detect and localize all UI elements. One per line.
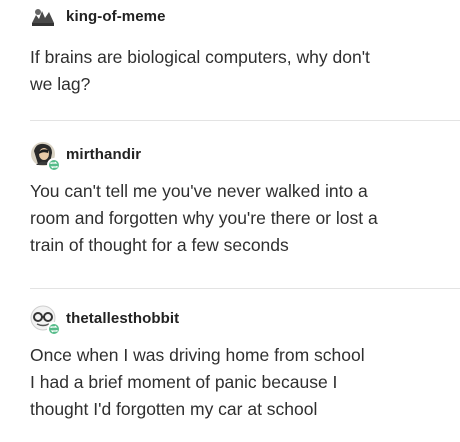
divider bbox=[30, 288, 460, 289]
post-text-line: train of thought for a few seconds bbox=[30, 235, 289, 255]
person-avatar-icon[interactable] bbox=[30, 141, 61, 172]
meme-avatar-icon[interactable] bbox=[30, 3, 56, 29]
post-text-line: I had a brief moment of panic because I bbox=[30, 372, 338, 392]
post-text-line: room and forgotten why you're there or l… bbox=[30, 208, 378, 228]
post-text-line: If brains are biological computers, why … bbox=[30, 47, 370, 67]
post-header: mirthandir bbox=[30, 140, 141, 172]
post-text-line: we lag? bbox=[30, 74, 91, 94]
post-body: Once when I was driving home from school… bbox=[30, 342, 450, 423]
username[interactable]: king-of-meme bbox=[66, 8, 166, 25]
reblog-icon bbox=[47, 158, 61, 172]
post-body: If brains are biological computers, why … bbox=[30, 44, 450, 98]
glasses-avatar-icon[interactable] bbox=[30, 305, 61, 336]
reblog-icon bbox=[47, 322, 61, 336]
post-text-line: You can't tell me you've never walked in… bbox=[30, 181, 368, 201]
post-body: You can't tell me you've never walked in… bbox=[30, 178, 450, 259]
tumblr-thread: king-of-meme If brains are biological co… bbox=[0, 0, 460, 442]
divider bbox=[30, 120, 460, 121]
username[interactable]: mirthandir bbox=[66, 146, 141, 163]
post-header: thetallesthobbit bbox=[30, 304, 179, 336]
post-header: king-of-meme bbox=[30, 2, 166, 30]
post-text-line: thought I'd forgotten my car at school bbox=[30, 399, 318, 419]
post-text-line: Once when I was driving home from school bbox=[30, 345, 365, 365]
username[interactable]: thetallesthobbit bbox=[66, 310, 179, 327]
